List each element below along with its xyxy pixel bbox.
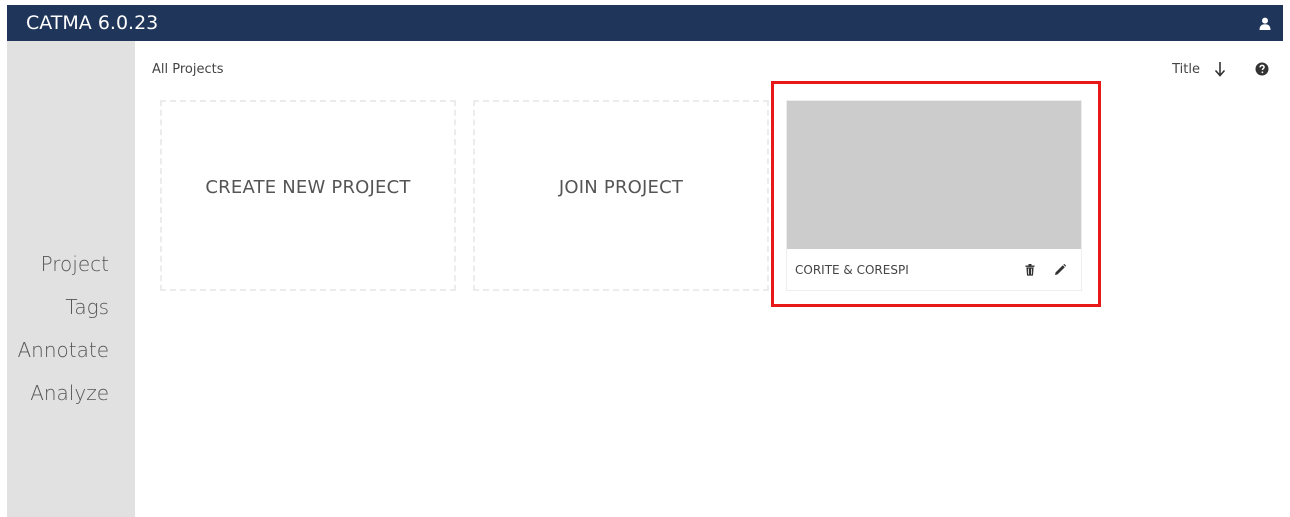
project-thumbnail[interactable] xyxy=(787,101,1081,249)
app-window: CATMA 6.0.23 Project Tags Annotate Analy… xyxy=(0,0,1290,517)
project-name[interactable]: CORITE & CORESPI xyxy=(795,263,909,277)
join-project-tile[interactable]: JOIN PROJECT xyxy=(473,100,769,291)
trash-icon[interactable] xyxy=(1023,263,1037,277)
sidebar-item-annotate[interactable]: Annotate xyxy=(17,329,109,372)
help-icon[interactable] xyxy=(1254,61,1270,77)
sort-by-title[interactable]: Title xyxy=(1172,62,1200,77)
app-title: CATMA 6.0.23 xyxy=(26,12,159,34)
pencil-icon[interactable] xyxy=(1053,263,1067,277)
project-card-footer: CORITE & CORESPI xyxy=(787,249,1081,291)
create-project-tile[interactable]: CREATE NEW PROJECT xyxy=(160,100,456,291)
top-bar: CATMA 6.0.23 xyxy=(7,5,1283,41)
breadcrumb: All Projects xyxy=(152,62,224,77)
join-project-label: JOIN PROJECT xyxy=(558,177,684,198)
project-actions xyxy=(1023,263,1067,277)
sidebar: Project Tags Annotate Analyze xyxy=(7,41,135,517)
sidebar-item-analyze[interactable]: Analyze xyxy=(30,372,109,415)
sidebar-item-tags[interactable]: Tags xyxy=(65,286,109,329)
arrow-down-icon[interactable] xyxy=(1210,59,1230,79)
create-project-label: CREATE NEW PROJECT xyxy=(205,177,411,198)
sort-controls: Title xyxy=(1172,59,1270,79)
user-icon[interactable] xyxy=(1257,15,1273,31)
project-card[interactable]: CORITE & CORESPI xyxy=(786,100,1082,291)
sidebar-item-project[interactable]: Project xyxy=(41,243,109,286)
